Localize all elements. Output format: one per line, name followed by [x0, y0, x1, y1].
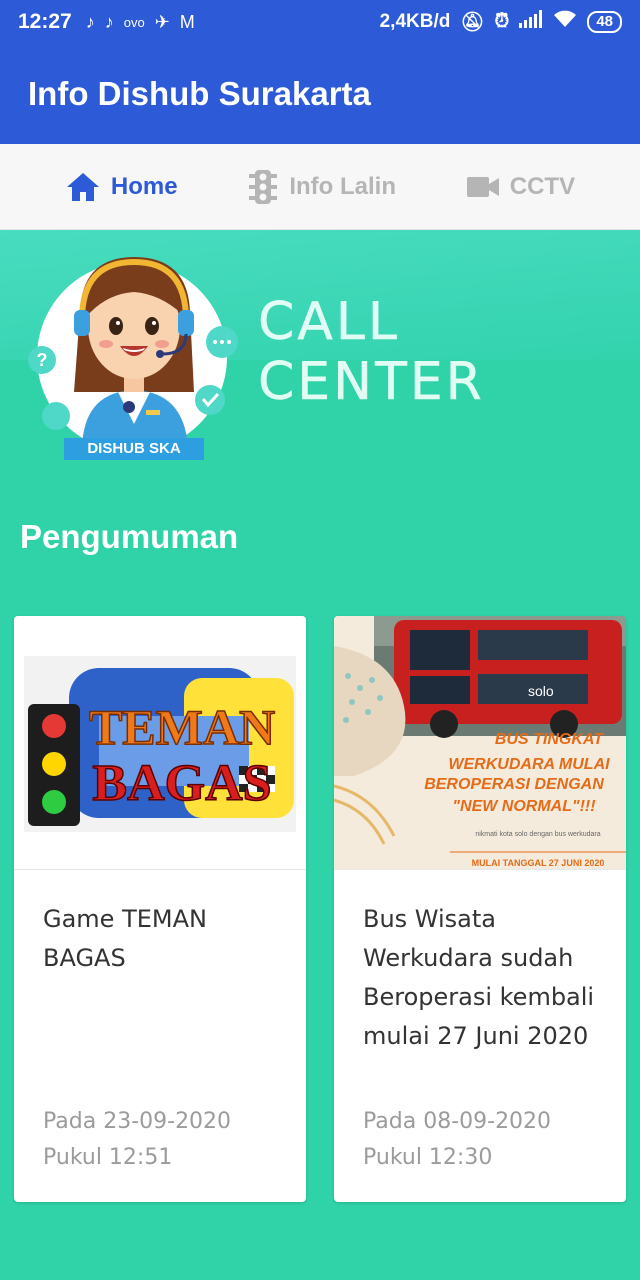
card-image-headline-4: "NEW NORMAL"!!! — [452, 798, 596, 815]
status-right: 2,4KB/d 🔕︎ ⏰︎ 48 — [380, 10, 622, 34]
card-image-bus-brand: solo — [528, 683, 554, 699]
tiktok-icon: ♪ — [104, 11, 114, 32]
section-title: Pengumuman — [20, 518, 239, 555]
tiktok-icon: ♪ — [85, 11, 95, 32]
card-date: Pada 08-09-2020 — [363, 1109, 552, 1134]
card-image-subtext: nikmati kota solo dengan bus werkudara — [475, 831, 600, 838]
gmail-icon: M — [179, 11, 195, 32]
net-speed: 2,4KB/d — [379, 11, 451, 32]
tab-cctv-label: CCTV — [509, 172, 576, 200]
card-image-headline-2: WERKUDARA MULAI — [448, 756, 610, 773]
notification-icons: ♪ ♪ ovo ✈ M — [86, 12, 195, 33]
wifi-icon — [553, 10, 577, 34]
tab-info-lalin[interactable]: Info Lalin — [247, 169, 396, 205]
announcement-card[interactable]: solo BUS TINGKAT WERKUDARA MULAI BEROPER… — [334, 616, 626, 1202]
card-image: solo BUS TINGKAT WERKUDARA MULAI BEROPER… — [334, 616, 626, 870]
card-image-footer: MULAI TANGGAL 27 JUNI 2020 — [472, 858, 605, 868]
card-title: Game TEMAN BAGAS — [43, 905, 207, 972]
card-time: Pukul 12:51 — [43, 1145, 173, 1170]
card-date: Pada 23-09-2020 — [43, 1109, 232, 1134]
announcement-card[interactable]: TEMAN BAGAS Game TEMAN BAGAS Pada 23-09-… — [14, 616, 306, 1202]
bell-off-icon: 🔕︎ — [460, 12, 485, 33]
svg-text:?: ? — [37, 350, 48, 370]
card-image-text-line1: TEMAN — [89, 699, 275, 755]
card-image-text-line2: BAGAS — [92, 755, 271, 812]
ovo-icon: ovo — [123, 14, 145, 30]
card-meta: Pada 23-09-2020 Pukul 12:51 — [43, 1104, 231, 1176]
tab-home[interactable]: Home — [65, 171, 178, 203]
tab-home-label: Home — [110, 172, 178, 200]
tab-bar: Home Info Lalin CCTV — [0, 144, 640, 230]
card-title: Bus Wisata Werkudara sudah Beroperasi ke… — [363, 905, 595, 1050]
card-image: TEMAN BAGAS — [14, 616, 306, 870]
dishub-ska-badge: DISHUB SKA — [87, 440, 181, 457]
card-time: Pukul 12:30 — [363, 1145, 493, 1170]
tab-cctv[interactable]: CCTV — [466, 173, 575, 201]
video-camera-icon — [466, 175, 500, 199]
battery-indicator: 48 — [587, 11, 622, 33]
home-icon — [65, 171, 101, 203]
card-meta: Pada 08-09-2020 Pukul 12:30 — [363, 1104, 551, 1176]
app-bar: Info Dishub Surakarta — [0, 44, 640, 144]
signal-icon — [519, 10, 543, 34]
card-image-headline-3: BEROPERASI DENGAN — [424, 776, 604, 793]
bird-icon: ✈ — [154, 11, 170, 32]
tab-info-lalin-label: Info Lalin — [289, 172, 396, 200]
status-bar: 12:27 ♪ ♪ ovo ✈ M 2,4KB/d 🔕︎ ⏰︎ 48 — [0, 0, 640, 44]
app-title: Info Dishub Surakarta — [28, 75, 371, 112]
call-center-banner[interactable]: CALL CENTER ? DISHUB SKA — [0, 230, 640, 490]
traffic-light-icon — [247, 169, 279, 205]
card-image-headline-1: BUS TINGKAT — [495, 731, 604, 748]
alarm-icon: ⏰︎ — [494, 11, 510, 32]
call-center-text: CALL CENTER — [258, 292, 485, 413]
status-time: 12:27 — [18, 10, 72, 33]
